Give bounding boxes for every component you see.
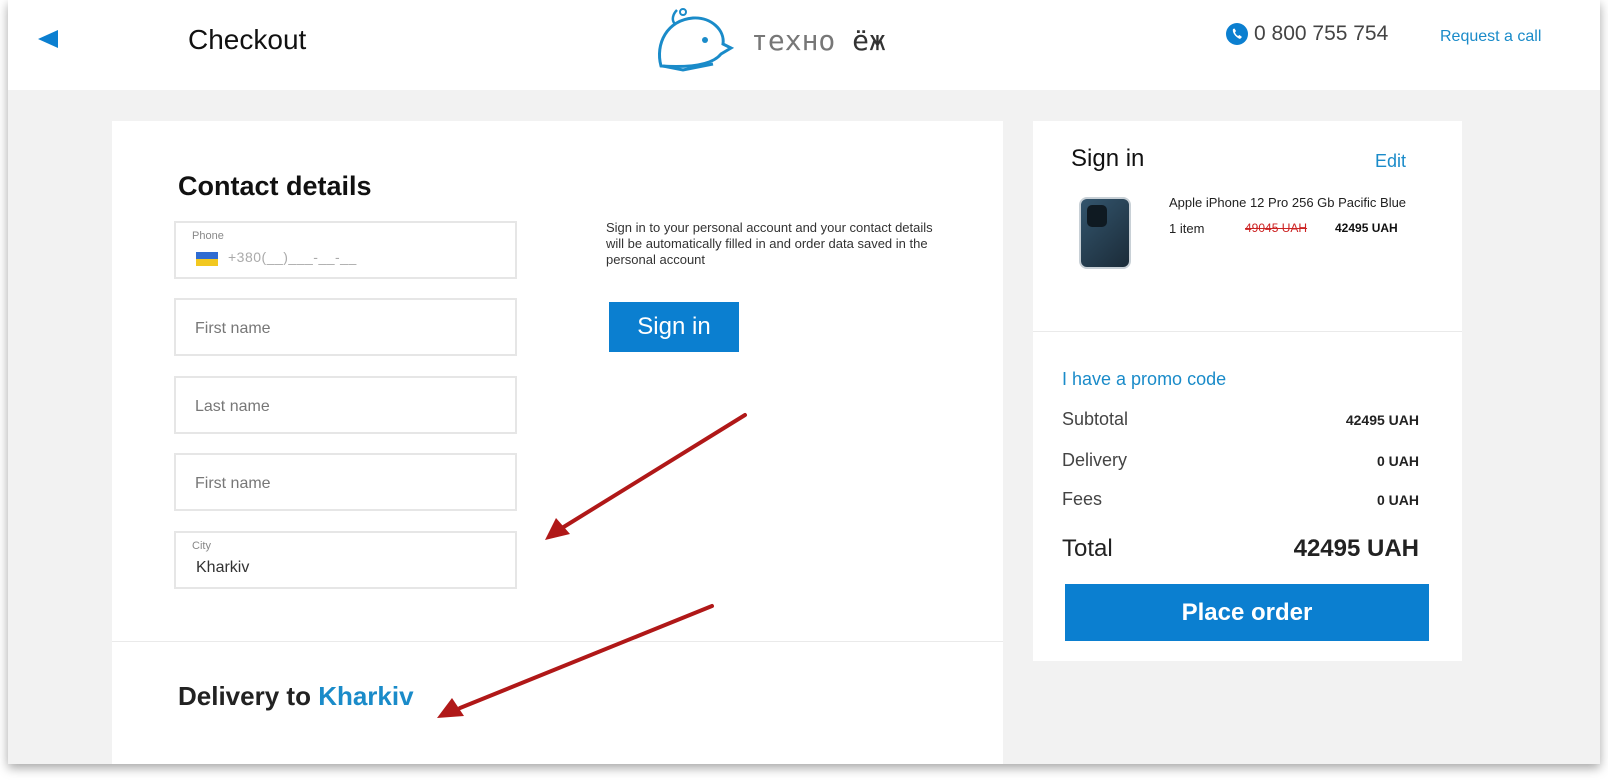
first-name-placeholder: First name xyxy=(195,320,271,337)
product-name: Apple iPhone 12 Pro 256 Gb Pacific Blue xyxy=(1169,195,1407,210)
subtotal-row: Subtotal 42495 UAH xyxy=(1062,409,1419,430)
page-title: Checkout xyxy=(188,24,307,55)
phone-number: 0 800 755 754 xyxy=(1254,22,1389,45)
product-new-price: 42495 UAH xyxy=(1335,221,1398,235)
hedgehog-icon xyxy=(658,8,735,72)
place-order-button[interactable]: Place order xyxy=(1065,584,1429,641)
product-quantity: 1 item xyxy=(1169,221,1205,236)
ukraine-flag-icon xyxy=(196,252,218,266)
product-thumbnail xyxy=(1079,197,1131,269)
phone-field[interactable]: Phone +380(__)___-__-__ xyxy=(174,221,517,279)
phone-icon xyxy=(1226,23,1248,45)
last-name-placeholder: Last name xyxy=(195,398,270,415)
logo-text-part1: техно xyxy=(751,24,836,57)
delivery-row: Delivery 0 UAH xyxy=(1062,450,1419,471)
delivery-value: 0 UAH xyxy=(1376,453,1419,469)
signin-info-text: Sign in to your personal account and you… xyxy=(606,220,933,267)
city-field[interactable]: City Kharkiv xyxy=(174,531,517,589)
summary-title: Sign in xyxy=(1071,145,1145,172)
contact-card: Contact details Phone +380(__)___-__-__ … xyxy=(112,121,1003,764)
first-name-placeholder-2: First name xyxy=(195,475,271,492)
summary-divider xyxy=(1033,331,1462,332)
sign-in-button[interactable]: Sign in xyxy=(609,302,739,352)
section-divider xyxy=(112,641,1003,642)
delivery-prefix: Delivery to xyxy=(178,681,311,711)
fees-row: Fees 0 UAH xyxy=(1062,489,1419,510)
logo-text-part2: ёж xyxy=(852,24,886,57)
first-name-field-2[interactable]: First name xyxy=(174,453,517,511)
header: Checkout техно ёж 0 800 755 754 Request … xyxy=(8,0,1600,90)
delivery-city[interactable]: Kharkiv xyxy=(318,681,413,711)
delivery-label: Delivery xyxy=(1062,450,1128,470)
phone-label: Phone xyxy=(192,230,224,242)
delivery-title: Delivery to Kharkiv xyxy=(178,681,414,712)
total-label: Total xyxy=(1062,535,1113,562)
promo-code-link[interactable]: I have a promo code xyxy=(1062,369,1226,390)
subtotal-label: Subtotal xyxy=(1062,409,1129,429)
phone-contact[interactable]: 0 800 755 754 xyxy=(1226,22,1388,46)
city-value: Kharkiv xyxy=(196,559,250,576)
subtotal-value: 42495 UAH xyxy=(1345,412,1419,428)
total-value: 42495 UAH xyxy=(1293,535,1419,562)
phone-mask: +380(__)___-__-__ xyxy=(228,249,357,265)
edit-link[interactable]: Edit xyxy=(1375,151,1406,172)
page-frame: Checkout техно ёж 0 800 755 754 Request … xyxy=(8,0,1600,764)
first-name-field[interactable]: First name xyxy=(174,298,517,356)
back-arrow-icon[interactable] xyxy=(34,24,68,54)
city-label: City xyxy=(192,540,211,552)
logo[interactable]: техно ёж xyxy=(658,4,903,76)
order-summary-card: Sign in Edit Apple iPhone 12 Pro 256 Gb … xyxy=(1033,121,1462,661)
product-old-price: 49045 UAH xyxy=(1245,221,1308,235)
request-call-link[interactable]: Request a call xyxy=(1440,28,1541,46)
fees-value: 0 UAH xyxy=(1376,492,1419,508)
last-name-field[interactable]: Last name xyxy=(174,376,517,434)
fees-label: Fees xyxy=(1062,489,1103,509)
contact-details-title: Contact details xyxy=(178,171,372,201)
total-row: Total 42495 UAH xyxy=(1062,535,1419,563)
logo-text: техно ёж xyxy=(751,24,886,57)
